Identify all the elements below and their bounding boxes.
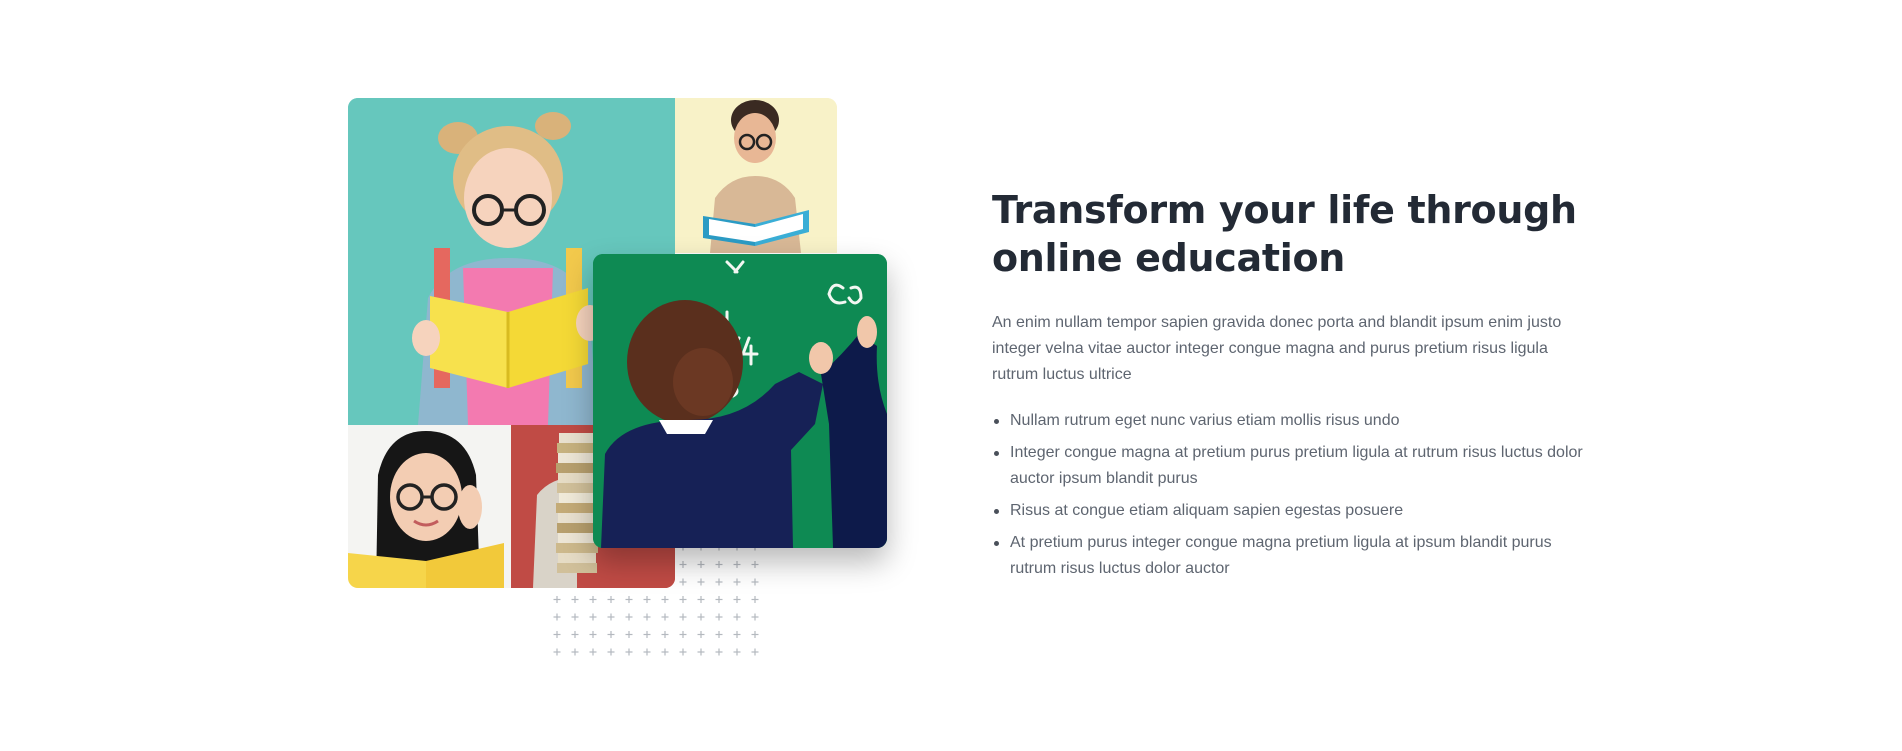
heading-line-1: Transform your life through bbox=[992, 188, 1577, 232]
plus-icon bbox=[733, 631, 741, 638]
content-block: Transform your life through online educa… bbox=[992, 186, 1592, 588]
plus-icon bbox=[589, 631, 597, 638]
book-stack bbox=[556, 433, 598, 573]
plus-icon bbox=[715, 648, 723, 656]
boy-reading-illustration bbox=[675, 98, 837, 253]
plus-icon bbox=[715, 631, 723, 638]
plus-icon bbox=[679, 613, 687, 621]
plus-icon bbox=[553, 631, 561, 638]
plus-icon bbox=[733, 648, 741, 656]
plus-icon bbox=[607, 613, 615, 621]
plus-icon bbox=[607, 631, 615, 638]
plus-icon bbox=[589, 596, 597, 603]
bullet-dot-icon bbox=[994, 541, 999, 546]
plus-icon bbox=[571, 631, 579, 638]
plus-icon bbox=[571, 596, 579, 603]
plus-icon bbox=[697, 631, 705, 638]
plus-icon bbox=[625, 596, 633, 603]
plus-icon bbox=[751, 596, 759, 603]
plus-icon bbox=[715, 578, 723, 586]
plus-icon bbox=[679, 631, 687, 638]
plus-icon bbox=[589, 613, 597, 621]
plus-icon bbox=[571, 648, 579, 656]
plus-icon bbox=[571, 613, 579, 621]
plus-icon bbox=[625, 648, 633, 656]
heading-line-2: online education bbox=[992, 236, 1346, 280]
boy-reading-photo bbox=[675, 98, 837, 253]
feature-list: Nullam rutrum eget nunc varius etiam mol… bbox=[992, 408, 1592, 582]
plus-icon bbox=[733, 613, 741, 621]
plus-icon bbox=[661, 613, 669, 621]
plus-icon bbox=[625, 631, 633, 638]
image-collage bbox=[348, 98, 888, 668]
plus-icon bbox=[715, 561, 723, 568]
plus-icon bbox=[589, 648, 597, 656]
plus-icon bbox=[715, 596, 723, 603]
about-section: Transform your life through online educa… bbox=[0, 0, 1902, 751]
chalkboard-illustration bbox=[593, 254, 887, 548]
plus-icon bbox=[697, 596, 705, 603]
plus-icon bbox=[697, 578, 705, 586]
plus-icon bbox=[643, 648, 651, 656]
plus-icon bbox=[607, 648, 615, 656]
plus-icon bbox=[661, 631, 669, 638]
bullet-dot-icon bbox=[994, 419, 999, 424]
plus-icon bbox=[661, 596, 669, 603]
plus-icon bbox=[697, 648, 705, 656]
plus-icon bbox=[751, 613, 759, 621]
plus-icon bbox=[751, 648, 759, 656]
plus-icon bbox=[751, 578, 759, 586]
list-item-text: Risus at congue etiam aliquam sapien ege… bbox=[1010, 502, 1404, 519]
plus-icon bbox=[733, 578, 741, 586]
list-item-text: At pretium purus integer congue magna pr… bbox=[1010, 534, 1552, 577]
plus-icon bbox=[553, 613, 561, 621]
plus-icon bbox=[679, 596, 687, 603]
list-item: Nullam rutrum eget nunc varius etiam mol… bbox=[992, 408, 1600, 434]
plus-icon bbox=[733, 561, 741, 568]
plus-icon bbox=[751, 561, 759, 568]
list-item: Integer congue magna at pretium purus pr… bbox=[992, 440, 1600, 492]
list-item-text: Integer congue magna at pretium purus pr… bbox=[1010, 444, 1583, 487]
plus-icon bbox=[553, 648, 561, 656]
chalkboard-photo bbox=[593, 254, 887, 548]
plus-icon bbox=[661, 648, 669, 656]
bullet-dot-icon bbox=[994, 509, 999, 514]
plus-icon bbox=[697, 561, 705, 568]
bullet-dot-icon bbox=[994, 451, 999, 456]
list-item-text: Nullam rutrum eget nunc varius etiam mol… bbox=[1010, 412, 1400, 429]
plus-icon bbox=[625, 613, 633, 621]
plus-icon bbox=[643, 596, 651, 603]
woman-glasses-photo bbox=[348, 425, 511, 588]
plus-icon bbox=[679, 578, 687, 586]
plus-icon bbox=[733, 596, 741, 603]
plus-icon bbox=[751, 631, 759, 638]
intro-paragraph: An enim nullam tempor sapien gravida don… bbox=[992, 314, 1562, 383]
plus-icon bbox=[679, 648, 687, 656]
list-item: Risus at congue etiam aliquam sapien ege… bbox=[992, 498, 1600, 524]
plus-icon bbox=[607, 596, 615, 603]
plus-icon bbox=[643, 613, 651, 621]
plus-icon bbox=[697, 613, 705, 621]
plus-icon bbox=[553, 596, 561, 603]
plus-icon bbox=[679, 561, 687, 568]
section-heading: Transform your life through online educa… bbox=[992, 186, 1592, 282]
plus-icon bbox=[715, 613, 723, 621]
list-item: At pretium purus integer congue magna pr… bbox=[992, 530, 1600, 582]
plus-icon bbox=[643, 631, 651, 638]
woman-glasses-illustration bbox=[348, 425, 511, 588]
